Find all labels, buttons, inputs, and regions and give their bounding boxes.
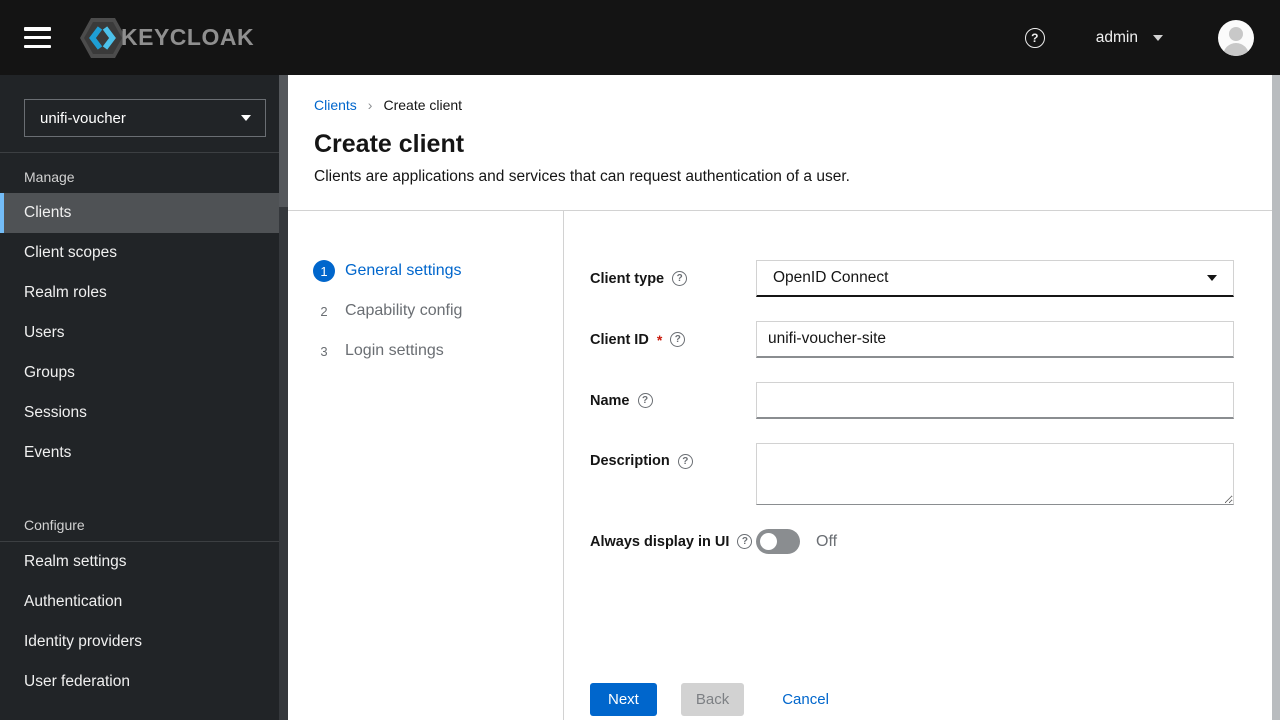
page-header: Clients › Create client Create client Cl…: [288, 75, 1280, 211]
nav-list: Clients Client scopes Realm roles Users Grou…: [0, 193, 288, 473]
label-text: Client ID: [590, 331, 649, 348]
nav-toggle-button[interactable]: [24, 27, 51, 48]
sidebar-nav: Manage Clients Client scopes Realm roles Use…: [0, 153, 288, 702]
sidebar: unifi-voucher Manage Clients Client scopes…: [0, 75, 288, 720]
sidebar-item-events[interactable]: Events: [0, 433, 288, 473]
label-text: Name: [590, 392, 630, 409]
sidebar-item-users[interactable]: Users: [0, 313, 288, 353]
breadcrumb-current: Create client: [383, 97, 463, 113]
client-id-label: Client ID * ?: [590, 332, 756, 348]
label-text: Always display in UI: [590, 533, 730, 550]
sidebar-scrollbar[interactable]: [279, 75, 288, 720]
client-id-input[interactable]: [756, 321, 1234, 358]
form-row-description: Description ?: [590, 443, 1280, 505]
toggle-knob: [760, 533, 777, 550]
main-content: Clients › Create client Create client Cl…: [288, 75, 1280, 720]
sidebar-scrollbar-thumb[interactable]: [279, 75, 288, 207]
label-text: Description: [590, 453, 670, 469]
name-label: Name ?: [590, 393, 756, 409]
step-number: 3: [320, 343, 328, 359]
hamburger-bar: [24, 27, 51, 31]
chevron-down-icon: [1207, 275, 1217, 281]
help-icon[interactable]: ?: [637, 393, 653, 408]
step-number: 2: [320, 303, 328, 319]
breadcrumb: Clients › Create client: [314, 97, 1254, 113]
nav-section-title: Manage: [24, 169, 75, 185]
next-button[interactable]: Next: [590, 683, 657, 716]
form-row-name: Name ?: [590, 382, 1280, 419]
hamburger-bar: [24, 35, 51, 40]
keycloak-logo[interactable]: KEYCLOAK: [78, 16, 254, 60]
step-label: Capability config: [345, 302, 463, 319]
client-type-select[interactable]: OpenID Connect: [756, 260, 1234, 297]
back-button[interactable]: Back: [680, 683, 745, 716]
sidebar-item-client-scopes[interactable]: Client scopes: [0, 233, 288, 273]
hamburger-bar: [24, 44, 51, 48]
help-icon[interactable]: ?: [1024, 27, 1045, 48]
avatar-head: [1229, 26, 1243, 41]
always-display-label: Always display in UI ?: [590, 534, 756, 550]
breadcrumb-link-clients[interactable]: Clients: [314, 97, 357, 113]
sidebar-item-realm-settings[interactable]: Realm settings: [0, 542, 288, 582]
client-type-label: Client type ?: [590, 271, 756, 287]
description-textarea[interactable]: [756, 443, 1234, 505]
always-display-switch-cell: Off: [756, 529, 1234, 554]
step-number: 1: [313, 260, 335, 282]
sidebar-item-authentication[interactable]: Authentication: [0, 582, 288, 622]
brand-text: KEYCLOAK: [121, 24, 255, 50]
sidebar-item-clients[interactable]: Clients: [0, 193, 288, 233]
masthead: KEYCLOAK ? admin: [0, 0, 1280, 75]
sidebar-item-identity-providers[interactable]: Identity providers: [0, 622, 288, 662]
page-title: Create client: [314, 130, 465, 158]
wizard-step-capability-config[interactable]: 2 Capability config: [313, 300, 563, 322]
nav-section-configure: Configure Realm settings Authentication Ide…: [0, 501, 288, 702]
form-row-client-type: Client type ? OpenID Connect: [590, 260, 1280, 297]
avatar-body: [1223, 42, 1249, 56]
realm-selector-value: unifi-voucher: [40, 109, 126, 127]
description-label: Description ?: [590, 453, 756, 469]
form-row-always-display: Always display in UI ? Off: [590, 529, 1280, 554]
required-asterisk: *: [656, 331, 663, 348]
sidebar-item-realm-roles[interactable]: Realm roles: [0, 273, 288, 313]
page-scrollbar[interactable]: [1272, 75, 1280, 720]
form-row-client-id: Client ID * ?: [590, 321, 1280, 358]
wizard-step-general-settings[interactable]: 1 General settings: [313, 260, 563, 282]
sidebar-item-groups[interactable]: Groups: [0, 353, 288, 393]
chevron-down-icon: [1153, 34, 1163, 41]
help-icon[interactable]: ?: [677, 453, 693, 469]
user-menu[interactable]: admin: [1096, 29, 1163, 47]
help-icon[interactable]: ?: [737, 534, 753, 549]
toggle-state-label: Off: [816, 532, 838, 550]
step-label: Login settings: [345, 342, 444, 359]
wizard-body: Client type ? OpenID Connect Client ID *…: [563, 211, 1280, 720]
cancel-button[interactable]: Cancel: [782, 683, 829, 716]
avatar[interactable]: [1218, 19, 1254, 56]
realm-selector[interactable]: unifi-voucher: [24, 99, 266, 137]
name-input[interactable]: [756, 382, 1234, 419]
wizard-footer: Next Back Cancel: [590, 683, 829, 716]
nav-section-title: Configure: [24, 517, 85, 533]
help-icon[interactable]: ?: [672, 271, 688, 286]
client-type-value: OpenID Connect: [773, 269, 889, 286]
always-display-toggle[interactable]: [756, 529, 800, 554]
sidebar-item-user-federation[interactable]: User federation: [0, 662, 288, 702]
create-client-wizard: 1 General settings 2 Capability config 3 Logi…: [288, 211, 1280, 720]
nav-list: Realm settings Authentication Identity pro…: [0, 542, 288, 702]
page-subtitle: Clients are applications and services th…: [314, 168, 850, 185]
sidebar-item-sessions[interactable]: Sessions: [0, 393, 288, 433]
chevron-down-icon: [241, 115, 251, 121]
label-text: Client type: [590, 270, 665, 287]
wizard-step-login-settings[interactable]: 3 Login settings: [313, 340, 563, 362]
help-icon[interactable]: ?: [670, 332, 686, 347]
masthead-right: ? admin: [1024, 19, 1254, 56]
wizard-steps-nav: 1 General settings 2 Capability config 3 Logi…: [288, 211, 563, 720]
breadcrumb-separator-icon: ›: [367, 97, 373, 113]
nav-section-manage: Manage Clients Client scopes Realm roles Use…: [0, 153, 288, 473]
username: admin: [1095, 28, 1138, 46]
step-label: General settings: [345, 262, 462, 279]
